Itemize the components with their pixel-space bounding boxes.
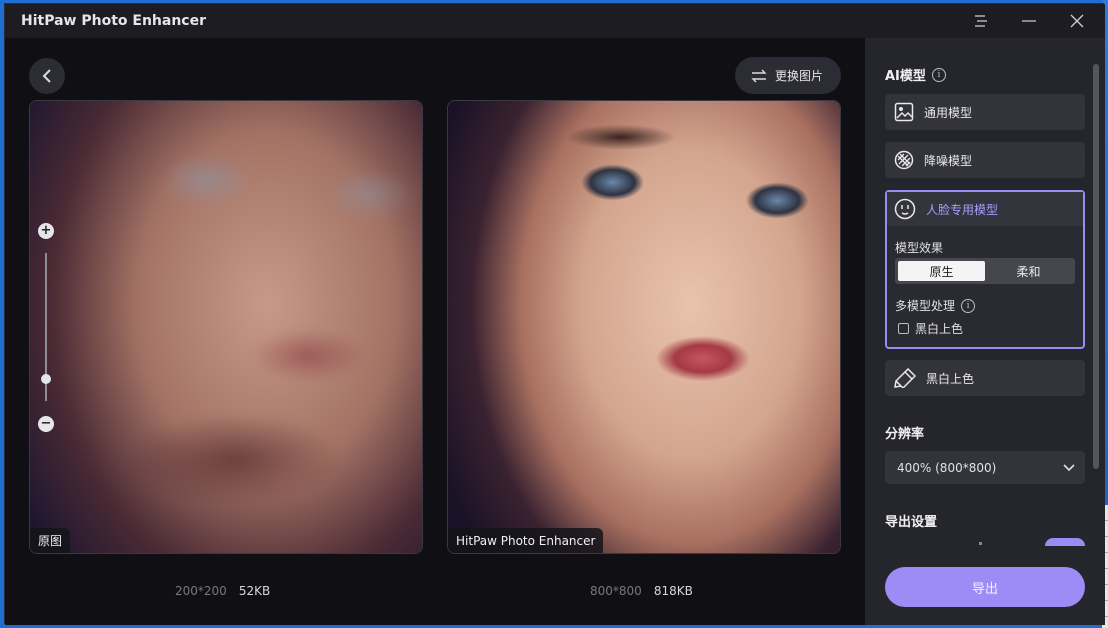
model-denoise-button[interactable]: 降噪模型 [885,142,1085,178]
model-general-button[interactable]: 通用模型 [885,94,1085,130]
model-denoise-label: 降噪模型 [924,153,973,168]
change-image-button[interactable]: 更换图片 [735,57,841,94]
export-toggle[interactable] [1045,538,1085,546]
app-window: HitPaw Photo Enhancer 更换图片 原图 HitPaw Pho… [4,3,1105,625]
info-icon[interactable]: i [961,298,976,313]
resolution-select[interactable]: 400% (800*800) [885,451,1085,484]
original-image-panel[interactable]: 原图 [29,100,423,554]
model-face-label: 人脸专用模型 [926,202,999,217]
enhanced-meta: 800*800 818KB [590,584,693,598]
swap-arrows-icon [751,69,767,82]
ai-model-heading: AI模型 i [885,65,946,84]
resolution-heading: 分辨率 [885,427,925,442]
minimize-icon[interactable] [1005,4,1053,38]
model-colorize-button[interactable]: 黑白上色 [885,360,1085,396]
enhanced-photo [448,101,840,553]
menu-icon[interactable] [957,4,1005,38]
effect-native-option[interactable]: 原生 [898,261,985,281]
model-face-header[interactable]: 人脸专用模型 [887,192,1083,226]
change-image-label: 更换图片 [775,69,824,83]
zoom-in-icon[interactable]: + [38,223,54,239]
enhanced-label: HitPaw Photo Enhancer [448,528,604,553]
export-button[interactable]: 导出 [885,567,1085,607]
multi-model-heading: 多模型处理 i [895,297,976,314]
original-photo [30,101,422,553]
original-meta: 200*200 52KB [175,584,270,598]
enhanced-image-panel[interactable]: HitPaw Photo Enhancer [447,100,841,554]
image-icon [894,102,914,122]
preview-area: 更换图片 原图 HitPaw Photo Enhancer + − 200*20… [5,38,865,625]
colorize-checkbox-label: 黑白上色 [915,322,964,336]
model-face-card[interactable]: 人脸专用模型 模型效果 原生 柔和 多模型处理 i 黑白上色 [885,190,1085,349]
denoise-icon [894,150,914,170]
zoom-slider[interactable]: + − [38,223,54,433]
effect-soft-option[interactable]: 柔和 [985,261,1072,281]
enhanced-filesize: 818KB [653,584,693,598]
title-bar[interactable]: HitPaw Photo Enhancer [5,4,1105,38]
effect-label: 模型效果 [895,241,944,255]
face-icon [894,198,916,220]
chevron-left-icon [42,69,51,83]
sidebar-scrollbar[interactable] [1093,64,1099,469]
resolution-value: 400% (800*800) [897,460,997,475]
enhanced-dimensions: 800*800 [590,584,642,598]
original-label: 原图 [30,528,71,553]
hidden-option-peek [979,542,982,545]
model-general-label: 通用模型 [924,105,973,120]
colorize-checkbox[interactable] [898,323,909,334]
multi-model-label: 多模型处理 [895,299,956,313]
effect-toggle[interactable]: 原生 柔和 [895,258,1075,284]
colorize-checkbox-row[interactable]: 黑白上色 [898,320,963,337]
colorize-icon [894,368,916,388]
back-button[interactable] [29,58,65,94]
settings-sidebar: AI模型 i 通用模型 降噪模型 人脸专用模型 模型效果 原生 柔和 多模型处理… [865,38,1105,625]
export-settings-heading: 导出设置 [885,515,938,530]
original-filesize: 52KB [238,584,271,598]
ai-model-title: AI模型 [885,69,926,84]
model-colorize-label: 黑白上色 [926,371,975,386]
close-icon[interactable] [1053,4,1101,38]
app-title: HitPaw Photo Enhancer [21,13,206,29]
zoom-thumb[interactable] [41,373,51,384]
zoom-out-icon[interactable]: − [38,416,54,432]
chevron-down-icon [1063,463,1075,471]
original-dimensions: 200*200 [175,584,227,598]
info-icon[interactable]: i [931,67,946,82]
